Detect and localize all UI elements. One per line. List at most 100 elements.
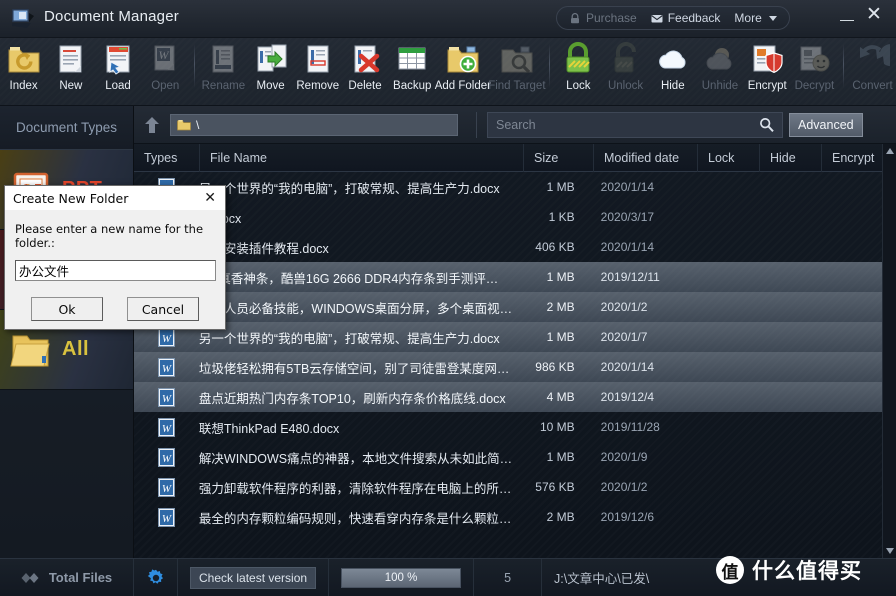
vertical-scrollbar[interactable] (882, 144, 896, 558)
search-box[interactable] (487, 112, 783, 138)
scroll-up-button[interactable] (883, 144, 896, 158)
lock-icon (569, 13, 581, 24)
table-row[interactable]: W垃圾佬轻松拥有5TB云存储空间，别了司徒雷登某度网…986 KB2020/1/… (134, 352, 882, 382)
feedback-button[interactable]: Feedback (651, 11, 721, 25)
table-row[interactable]: W盘点近期热门内存条TOP10，刷新内存条价格底线.docx4 MB2019/1… (134, 382, 882, 412)
watermark: 值 什么值得买 (716, 555, 862, 585)
toolbar-button-rename[interactable]: Rename (200, 38, 247, 104)
remove-icon (301, 42, 335, 76)
svg-text:W: W (162, 423, 172, 435)
folder-name-input[interactable] (15, 260, 216, 281)
main-toolbar: IndexNewLoadWOpenRename Move RemoveDeleteB… (0, 38, 896, 106)
dialog-close-button[interactable]: ✕ (201, 190, 219, 206)
modified-date-cell: 2020/3/17 (587, 210, 690, 224)
file-size-cell: 406 KB (518, 240, 587, 254)
table-row[interactable]: W另一个世界的“我的电脑”，打破常规、提高生产力.docx1 MB2020/1/… (134, 172, 882, 202)
scroll-down-button[interactable] (883, 544, 896, 558)
file-type-icon-cell: W (134, 388, 199, 407)
toolbar-separator (549, 44, 550, 88)
total-files-indicator[interactable]: Total Files (0, 559, 134, 596)
toolbar-button-delete[interactable]: Delete (341, 38, 388, 104)
more-menu-button[interactable]: More (734, 11, 776, 25)
file-type-icon-cell: W (134, 508, 199, 527)
table-row[interactable]: W最全的内存颗粒编码规则，快速看穿内存条是什么颗粒…2 MB2019/12/6 (134, 502, 882, 532)
toolbar-button-new[interactable]: New (47, 38, 94, 104)
toolbar-button-convert[interactable]: Convert (849, 38, 896, 104)
file-size-cell: 1 MB (518, 330, 587, 344)
column-header-hide[interactable]: Hide (760, 144, 822, 172)
column-header-types[interactable]: Types (134, 144, 200, 172)
column-header-file name[interactable]: File Name (200, 144, 524, 172)
table-row[interactable]: W强力卸载软件程序的利器，清除软件程序在电脑上的所…576 KB2020/1/2 (134, 472, 882, 502)
toolbar-separator (194, 44, 195, 88)
toolbar-button-remove[interactable]: Remove (294, 38, 341, 104)
folder-icon (177, 119, 191, 131)
search-input[interactable] (496, 118, 759, 132)
dialog-prompt: Please enter a new name for the folder.: (15, 222, 215, 250)
close-button[interactable]: ✕ (866, 6, 882, 24)
table-row[interactable]: W解决WINDOWS痛点的神器，本地文件搜索从未如此简…1 MB2020/1/9 (134, 442, 882, 472)
toolbar-button-load[interactable]: Load (94, 38, 141, 104)
table-row[interactable]: W办公人员必备技能，WINDOWS桌面分屏，多个桌面视…2 MB2020/1/2 (134, 292, 882, 322)
search-icon[interactable] (759, 117, 774, 132)
watermark-text: 什么值得买 (752, 555, 862, 585)
table-row[interactable]: W密.docx1 KB2020/3/17 (134, 202, 882, 232)
toolbar-button-open[interactable]: WOpen (142, 38, 189, 104)
ok-button[interactable]: Ok (31, 297, 103, 321)
purchase-button[interactable]: Purchase (569, 11, 637, 25)
toolbar-button-hide[interactable]: Hide (649, 38, 696, 104)
path-input[interactable]: \ (170, 114, 458, 136)
column-header-size[interactable]: Size (524, 144, 594, 172)
new-document-icon (54, 42, 88, 76)
find-target-icon (500, 42, 534, 76)
toolbar-button-encrypt[interactable]: Encrypt (744, 38, 791, 104)
toolbar-button-lock[interactable]: Lock (555, 38, 602, 104)
toolbar-label: Decrypt (795, 80, 835, 92)
toolbar-button-unlock[interactable]: Unlock (602, 38, 649, 104)
file-name-cell: 强力卸载软件程序的利器，清除软件程序在电脑上的所… (199, 478, 518, 497)
table-row[interactable]: W添加安装插件教程.docx406 KB2020/1/14 (134, 232, 882, 262)
up-arrow-icon (144, 116, 160, 134)
word-icon: W (158, 358, 175, 377)
app-title: Document Manager (44, 8, 179, 25)
title-bar: Document Manager Purchase Feedback More (0, 0, 896, 38)
table-row[interactable]: W另一个世界的“我的电脑”，打破常规、提高生产力.docx1 MB2020/1/… (134, 322, 882, 352)
toolbar-button-unhide[interactable]: Unhide (696, 38, 743, 104)
more-label: More (734, 11, 761, 25)
navigate-up-button[interactable] (134, 106, 170, 144)
settings-button[interactable] (134, 559, 178, 596)
modified-date-cell: 2020/1/7 (587, 330, 690, 344)
minimize-button[interactable]: — (840, 10, 854, 28)
toolbar-label: Unlock (608, 80, 643, 92)
toolbar-button-move[interactable]: Move (247, 38, 294, 104)
check-version-cell: Check latest version (178, 559, 329, 596)
table-row[interactable]: W联想ThinkPad E480.docx10 MB2019/11/28 (134, 412, 882, 442)
file-type-icon-cell: W (134, 328, 199, 347)
toolbar-button-find target[interactable]: Find Target (490, 38, 544, 104)
modified-date-cell: 2020/1/14 (587, 180, 690, 194)
toolbar-button-decrypt[interactable]: Decrypt (791, 38, 838, 104)
file-size-cell: 1 MB (518, 270, 587, 284)
toolbar-button-add folder[interactable]: Add Folder (436, 38, 490, 104)
file-size-cell: 1 MB (518, 180, 587, 194)
table-row[interactable]: W9元真香神条，酷兽16G 2666 DDR4内存条到手测评…1 MB2019/… (134, 262, 882, 292)
file-name-cell: 添加安装插件教程.docx (199, 238, 518, 257)
toolbar-label: Move (257, 80, 285, 92)
column-header-lock[interactable]: Lock (698, 144, 760, 172)
file-type-icon-cell: W (134, 358, 199, 377)
check-latest-version-button[interactable]: Check latest version (190, 567, 316, 589)
modified-date-cell: 2019/12/11 (587, 270, 690, 284)
toolbar-button-backup[interactable]: Backup (389, 38, 436, 104)
lock-closed-icon (561, 42, 595, 76)
word-icon: W (158, 448, 175, 467)
toolbar-button-index[interactable]: Index (0, 38, 47, 104)
column-header-modified date[interactable]: Modified date (594, 144, 698, 172)
cancel-button[interactable]: Cancel (127, 297, 199, 321)
word-icon: W (158, 508, 175, 527)
column-header-label: Modified date (604, 151, 679, 165)
advanced-search-button[interactable]: Advanced (789, 113, 863, 137)
dialog-title-bar: Create New Folder ✕ (5, 186, 225, 210)
file-size-cell: 2 MB (518, 510, 587, 524)
rename-icon (206, 42, 240, 76)
toolbar-separator (843, 44, 844, 88)
